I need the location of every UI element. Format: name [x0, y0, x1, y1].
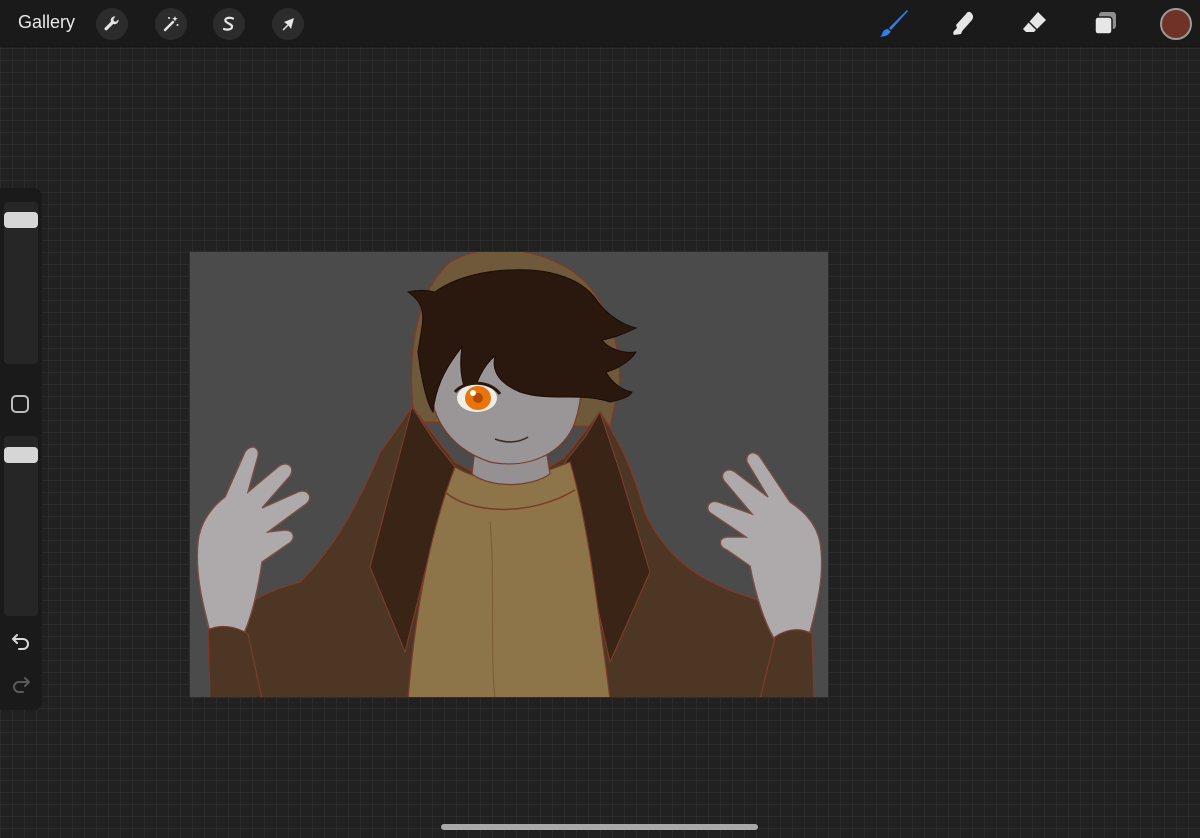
brush-icon — [880, 10, 908, 37]
arrow-cursor-icon — [282, 18, 294, 31]
gallery-button[interactable]: Gallery — [18, 12, 75, 33]
square-modify-icon[interactable] — [11, 395, 29, 413]
redo-button[interactable] — [9, 672, 33, 696]
brush-size-slider[interactable] — [4, 202, 38, 364]
redo-icon — [13, 677, 30, 693]
undo-icon — [12, 634, 29, 650]
eraser-button[interactable] — [1018, 6, 1052, 40]
paint-brush-button[interactable] — [877, 6, 911, 40]
wrench-icon — [104, 16, 119, 31]
character-illustration — [190, 252, 828, 697]
eraser-icon — [1023, 12, 1046, 32]
magic-wand-icon — [163, 16, 179, 32]
selection-s-icon — [222, 16, 235, 31]
brush-size-slider-thumb[interactable] — [4, 212, 38, 228]
opacity-slider[interactable] — [4, 436, 38, 616]
layers-icon — [1094, 12, 1116, 35]
procreate-workspace: Gallery — [0, 0, 1200, 838]
home-indicator[interactable] — [441, 824, 758, 830]
undo-button[interactable] — [9, 629, 33, 653]
actions-button[interactable] — [96, 8, 128, 40]
top-toolbar: Gallery — [0, 0, 1200, 47]
selection-button[interactable] — [213, 8, 245, 40]
adjustments-button[interactable] — [155, 8, 187, 40]
left-sidebar — [0, 188, 42, 710]
smudge-finger-icon — [953, 11, 974, 35]
smudge-button[interactable] — [946, 6, 980, 40]
color-swatch[interactable] — [1160, 8, 1192, 40]
transform-button[interactable] — [272, 8, 304, 40]
opacity-slider-thumb[interactable] — [4, 447, 38, 463]
drawing-canvas[interactable] — [189, 251, 829, 698]
layers-button[interactable] — [1088, 6, 1122, 40]
